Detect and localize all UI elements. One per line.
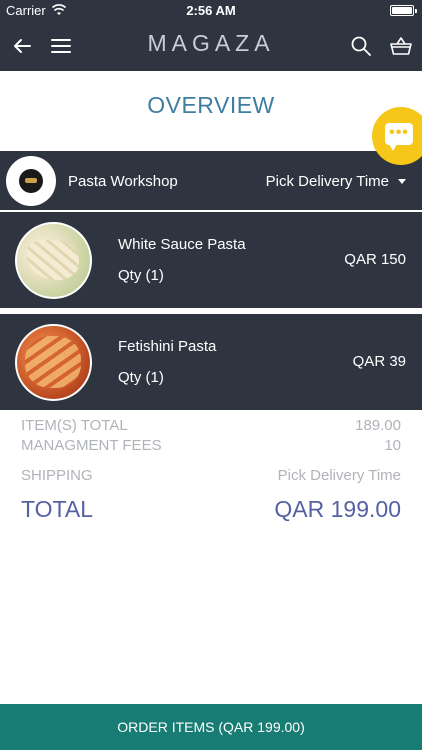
shipping-value[interactable]: Pick Delivery Time — [278, 467, 401, 484]
item-qty: Qty (1) — [118, 369, 164, 386]
chat-button[interactable]: ••• — [372, 107, 422, 165]
shipping-row: SHIPPING Pick Delivery Time — [21, 467, 401, 484]
item-price: QAR 39 — [352, 353, 406, 370]
item-name: Fetishini Pasta — [118, 338, 217, 355]
fees-row: MANAGMENT FEES 10 — [21, 437, 401, 454]
caret-down-icon — [398, 179, 406, 184]
items-total-row: ITEM(S) TOTAL 189.00 — [21, 417, 401, 434]
store-header: Pasta Workshop Pick Delivery Time — [0, 151, 422, 210]
item-name: White Sauce Pasta — [118, 236, 246, 253]
delivery-time-label: Pick Delivery Time — [265, 173, 389, 190]
battery-icon — [390, 5, 417, 16]
item-qty: Qty (1) — [118, 267, 164, 284]
fees-value: 10 — [384, 437, 401, 454]
fees-label: MANAGMENT FEES — [21, 437, 162, 454]
total-row: TOTAL QAR 199.00 — [21, 496, 401, 523]
status-time: 2:56 AM — [186, 3, 236, 18]
item-image — [15, 324, 92, 401]
total-label: TOTAL — [21, 496, 93, 522]
item-image — [15, 222, 92, 299]
search-button[interactable] — [347, 32, 375, 60]
cart-button[interactable] — [387, 32, 415, 60]
nav-bar: MAGAZA — [0, 22, 422, 71]
order-items-button[interactable]: ORDER ITEMS (QAR 199.00) — [0, 704, 422, 750]
delivery-time-select[interactable]: Pick Delivery Time — [266, 173, 406, 190]
basket-icon — [390, 37, 412, 55]
cart-item[interactable]: White Sauce Pasta Qty (1) QAR 150 — [0, 212, 422, 308]
search-icon — [351, 36, 371, 56]
chat-icon: ••• — [385, 123, 413, 151]
overview-title: OVERVIEW — [147, 92, 275, 118]
app-screen: Carrier 2:56 AM MAGAZA OVERVIEW Pasta Wo… — [0, 0, 422, 750]
cart-item[interactable]: Fetishini Pasta Qty (1) QAR 39 — [0, 314, 422, 410]
total-value: QAR 199.00 — [274, 496, 401, 522]
item-price: QAR 150 — [344, 251, 406, 268]
shipping-label: SHIPPING — [21, 467, 93, 484]
items-total-label: ITEM(S) TOTAL — [21, 417, 128, 434]
items-total-value: 189.00 — [355, 417, 401, 434]
store-name: Pasta Workshop — [68, 173, 178, 190]
status-bar: Carrier 2:56 AM — [0, 0, 422, 22]
top-bar: Carrier 2:56 AM MAGAZA — [0, 0, 422, 71]
store-logo — [6, 156, 56, 206]
